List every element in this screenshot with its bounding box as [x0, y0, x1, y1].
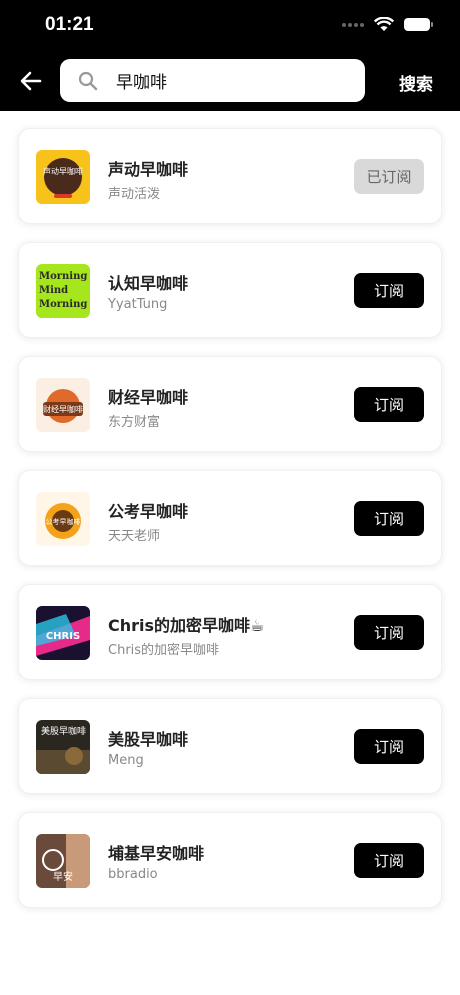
podcast-title: Chris的加密早咖啡☕: [108, 616, 265, 635]
list-item[interactable]: 声动早咖啡 声动早咖啡 声动活泼 已订阅: [18, 128, 442, 224]
cover-text: 早安: [53, 870, 73, 883]
cover-text: 公考早咖啡: [46, 517, 81, 526]
svg-text:Morning: Morning: [39, 271, 87, 282]
cover-renzhi: Morning Mind Morning Mind Coffee: [36, 264, 90, 318]
subscribe-button[interactable]: 订阅: [354, 501, 424, 536]
cover-text: 财经早咖啡: [43, 404, 83, 414]
list-item[interactable]: Morning Mind Morning Mind Coffee 认知早咖啡 Y…: [18, 242, 442, 338]
arrow-left-icon: [20, 71, 42, 91]
subscribe-button[interactable]: 订阅: [354, 387, 424, 422]
podcast-title: 财经早咖啡: [108, 388, 189, 407]
status-icons: [342, 17, 433, 32]
cover-text: 声动早咖啡: [43, 166, 83, 176]
podcast-author: 声动活泼: [108, 187, 161, 202]
back-button[interactable]: [18, 68, 44, 94]
list-item[interactable]: 财经早咖啡 财经早咖啡 东方财富 订阅: [18, 356, 442, 452]
search-box[interactable]: [60, 59, 365, 102]
list-item[interactable]: 美股早咖啡 美股早咖啡 Meng 订阅: [18, 698, 442, 794]
cover-text: Morning Mind Coffee: [39, 299, 90, 310]
podcast-title: 声动早咖啡: [108, 160, 189, 179]
podcast-author: bbradio: [108, 867, 158, 882]
cover-caijing: 财经早咖啡: [36, 378, 90, 432]
cover-puji: 早安: [36, 834, 90, 888]
cover-shengdong: 声动早咖啡: [36, 150, 90, 204]
podcast-title: 公考早咖啡: [108, 502, 189, 521]
podcast-author: 东方财富: [108, 415, 161, 430]
svg-text:Mind: Mind: [39, 285, 68, 296]
battery-icon: [404, 18, 433, 31]
subscribe-button[interactable]: 订阅: [354, 843, 424, 878]
list-item[interactable]: 公考早咖啡 公考早咖啡 天天老师 订阅: [18, 470, 442, 566]
cover-text: CHRIS: [46, 631, 80, 642]
wifi-icon: [374, 17, 394, 31]
subscribed-button[interactable]: 已订阅: [354, 159, 424, 194]
podcast-title: 美股早咖啡: [108, 730, 189, 749]
podcast-author: YyatTung: [108, 297, 168, 312]
list-item[interactable]: 早安 埔基早安咖啡 bbradio 订阅: [18, 812, 442, 908]
search-input[interactable]: [116, 59, 356, 102]
results-list: 声动早咖啡 声动早咖啡 声动活泼 已订阅 Morning Mind Mornin…: [18, 128, 442, 926]
podcast-title: 认知早咖啡: [108, 274, 189, 293]
podcast-title: 埔基早安咖啡: [108, 844, 205, 863]
cover-meigu: 美股早咖啡: [36, 720, 90, 774]
top-bar: 01:21 搜索: [0, 0, 460, 111]
podcast-author: Meng: [108, 753, 144, 768]
subscribe-button[interactable]: 订阅: [354, 615, 424, 650]
status-time: 01:21: [45, 14, 94, 35]
subscribe-button[interactable]: 订阅: [354, 273, 424, 308]
cover-chris: CHRIS: [36, 606, 90, 660]
subscribe-button[interactable]: 订阅: [354, 729, 424, 764]
cellular-signal-icon: [342, 22, 364, 27]
search-icon: [78, 71, 98, 91]
podcast-author: 天天老师: [108, 529, 161, 544]
podcast-author: Chris的加密早咖啡: [108, 643, 220, 658]
cover-text: 美股早咖啡: [41, 725, 86, 737]
list-item[interactable]: CHRIS Chris的加密早咖啡☕ Chris的加密早咖啡 订阅: [18, 584, 442, 680]
search-button[interactable]: 搜索: [399, 70, 433, 95]
cover-gongkao: 公考早咖啡: [36, 492, 90, 546]
